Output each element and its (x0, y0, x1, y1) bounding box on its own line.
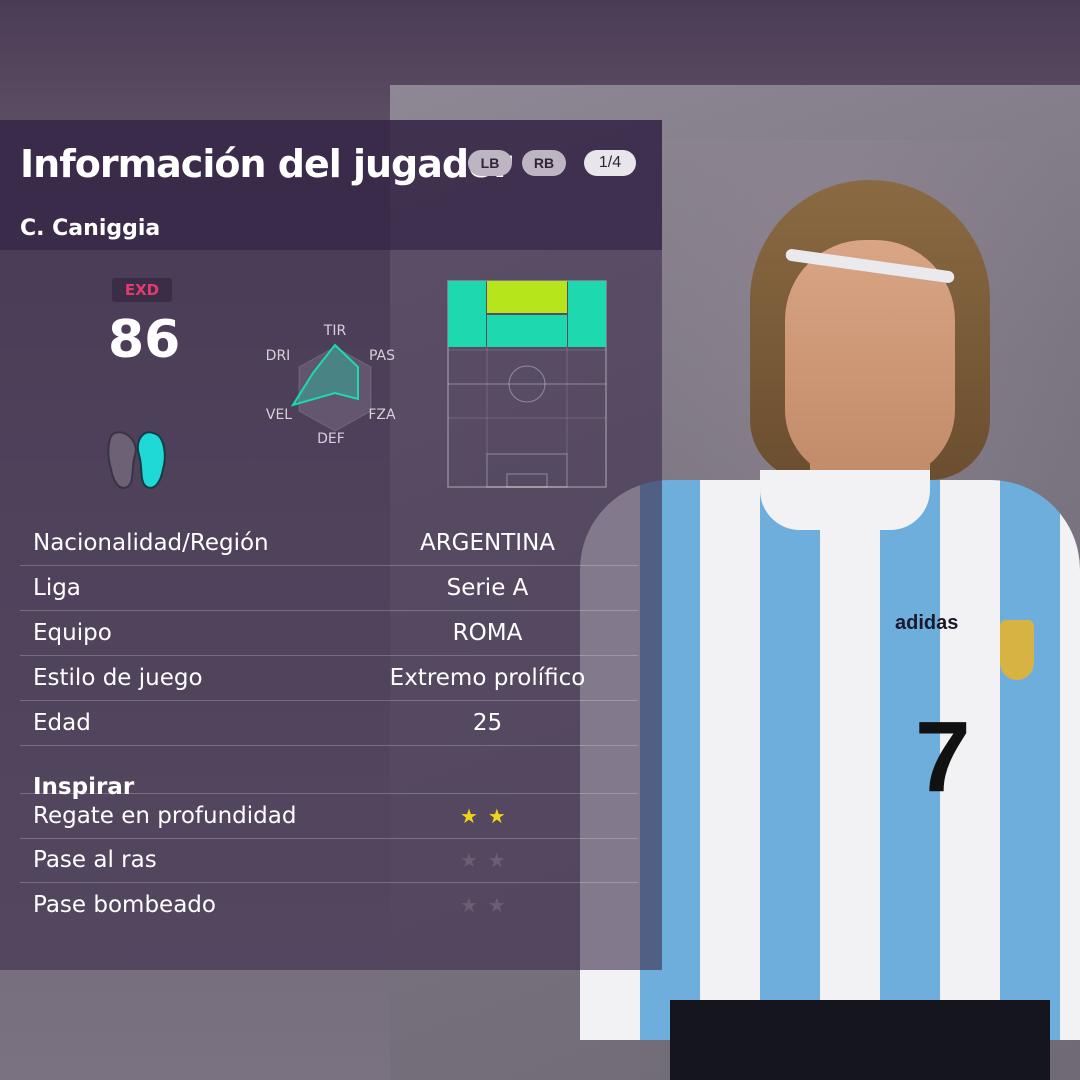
inspirar-label: Pase bombeado (33, 892, 216, 918)
inspirar-row-dribbling: Regate en profundidad ★★ (20, 793, 638, 839)
lb-button[interactable]: LB (468, 150, 512, 176)
inspirar-label: Regate en profundidad (33, 803, 297, 829)
inspirar-row-low-pass: Pase al ras ★★ (20, 838, 638, 883)
page-title: Información del jugador (20, 142, 512, 186)
radar-label-fza: FZA (368, 407, 396, 423)
pitch-zone-rw (568, 281, 606, 347)
info-row-team: Equipo ROMA (20, 611, 638, 656)
jersey-crest (1000, 620, 1034, 680)
info-value: 25 (472, 710, 503, 736)
info-value: ARGENTINA (419, 530, 556, 556)
radar-label-tir: TIR (323, 323, 347, 339)
star-rating-filled: ★★ (460, 804, 516, 828)
player-name: C. Caniggia (20, 216, 161, 241)
star-rating-empty: ★★ (460, 893, 516, 917)
footedness-icon (107, 431, 166, 489)
inspirar-row-lofted-pass: Pase bombeado ★★ (20, 883, 638, 927)
pitch-zone-am (487, 315, 567, 347)
info-value: ROMA (452, 620, 523, 646)
right-foot-icon (137, 431, 166, 489)
info-value: Extremo prolífico (389, 665, 586, 691)
player-shorts (670, 1000, 1050, 1080)
attribute-radar: TIR PAS FZA DEF VEL DRI (266, 323, 396, 447)
radar-label-vel: VEL (266, 407, 292, 423)
page-indicator: 1/4 (584, 150, 636, 176)
overall-rating: 86 (108, 310, 181, 370)
rb-button[interactable]: RB (522, 150, 566, 176)
left-foot-icon (107, 431, 137, 489)
info-label: Estilo de juego (33, 665, 203, 691)
info-label: Edad (33, 710, 91, 736)
info-row-playstyle: Estilo de juego Extremo prolífico (20, 656, 638, 701)
info-row-age: Edad 25 (20, 701, 638, 746)
player-info-panel: Información del jugador LB RB 1/4 C. Can… (0, 120, 662, 970)
info-label: Equipo (33, 620, 112, 646)
info-row-nationality: Nacionalidad/Región ARGENTINA (20, 521, 638, 566)
pitch-zone-cf (487, 281, 567, 313)
radar-label-pas: PAS (369, 348, 395, 364)
jersey-collar (760, 470, 930, 530)
inspirar-label: Pase al ras (33, 847, 157, 873)
position-badge: EXD (112, 278, 172, 302)
position-pitch-map (447, 280, 607, 488)
info-value: Serie A (446, 575, 529, 601)
info-label: Liga (33, 575, 81, 601)
panel-header: Información del jugador LB RB 1/4 C. Can… (0, 120, 662, 250)
info-label: Nacionalidad/Región (33, 530, 269, 556)
radar-label-def: DEF (317, 431, 345, 447)
jersey-brand: adidas (895, 612, 959, 634)
info-row-league: Liga Serie A (20, 566, 638, 611)
jersey-number: 7 (915, 701, 971, 813)
pitch-zone-lw (448, 281, 486, 347)
radar-label-dri: DRI (266, 348, 291, 364)
star-rating-empty: ★★ (460, 848, 516, 872)
